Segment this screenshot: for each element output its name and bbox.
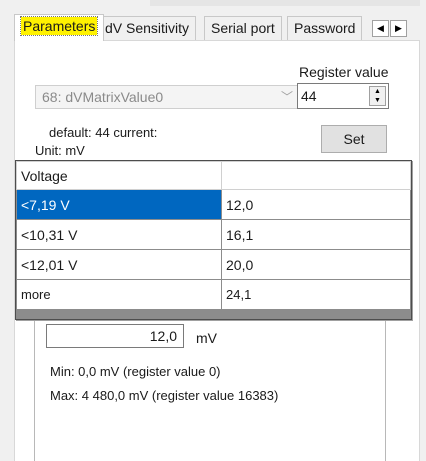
tab-dv-sensitivity[interactable]: dV Sensitivity [98,16,197,40]
value-entry-text: 12,0 [149,328,177,344]
parameters-window: Parameters dV Sensitivity Serial port Pa… [0,0,426,461]
tab-password[interactable]: Password [287,16,363,40]
chevron-down-icon: ﹀ [280,90,293,104]
grid-cell-value[interactable]: 20,0 [221,249,411,280]
max-limit-text: Max: 4 480,0 mV (register value 16383) [50,388,279,403]
value-entry-input[interactable]: 12,0 [46,324,184,348]
grid-cell-voltage[interactable]: more [16,279,222,310]
tab-dv-sensitivity-label: dV Sensitivity [105,20,190,36]
tab-strip: Parameters dV Sensitivity Serial port Pa… [14,14,424,41]
grid-header-voltage: Voltage [16,161,222,190]
grid-row[interactable]: <7,19 V 12,0 [16,189,411,220]
default-current-text: default: 44 current: [49,125,158,140]
parameter-select-value: 68: dVMatrixValue0 [42,89,164,105]
tab-parameters[interactable]: Parameters [14,14,105,41]
voltage-grid: Voltage <7,19 V 12,0 <10,31 V 16,1 <12,0… [15,160,412,320]
register-value-input[interactable]: 44 ▲ ▼ [297,83,389,109]
tab-password-label: Password [294,20,356,36]
grid-cell-voltage[interactable]: <7,19 V [16,189,222,220]
grid-cell-voltage[interactable]: <12,01 V [16,249,222,280]
grid-cell-value[interactable]: 12,0 [221,189,411,220]
register-value-label: Register value [299,64,389,80]
spin-down-icon[interactable]: ▼ [370,96,385,105]
grid-cell-voltage[interactable]: <10,31 V [16,219,222,250]
triangle-right-icon: ▶ [395,23,402,33]
grid-cell-value[interactable]: 24,1 [221,279,411,310]
set-button[interactable]: Set [321,125,387,153]
grid-scrollbar[interactable] [16,309,411,319]
voltage-table: Voltage <7,19 V 12,0 <10,31 V 16,1 <12,0… [16,161,411,310]
grid-row[interactable]: more 24,1 [16,279,411,310]
grid-header-row: Voltage [16,161,411,190]
tab-serial-port[interactable]: Serial port [204,16,282,40]
tab-scroll-right-button[interactable]: ▶ [390,20,407,37]
grid-cell-value[interactable]: 16,1 [221,219,411,250]
tab-parameters-label: Parameters [19,16,99,36]
spin-up-icon[interactable]: ▲ [370,87,385,96]
tab-serial-port-label: Serial port [211,20,275,36]
register-spin-buttons[interactable]: ▲ ▼ [369,86,386,106]
triangle-left-icon: ◀ [377,23,384,33]
unit-text: Unit: mV [35,143,85,158]
grid-row[interactable]: <10,31 V 16,1 [16,219,411,250]
tab-scroll-left-button[interactable]: ◀ [372,20,389,37]
min-limit-text: Min: 0,0 mV (register value 0) [50,364,221,379]
register-value-text: 44 [301,88,317,104]
value-entry-unit: mV [196,330,217,346]
parameter-select[interactable]: 68: dVMatrixValue0 ﹀ [35,85,301,109]
background-strip [150,0,420,6]
grid-row[interactable]: <12,01 V 20,0 [16,249,411,280]
grid-header-value [221,161,411,190]
